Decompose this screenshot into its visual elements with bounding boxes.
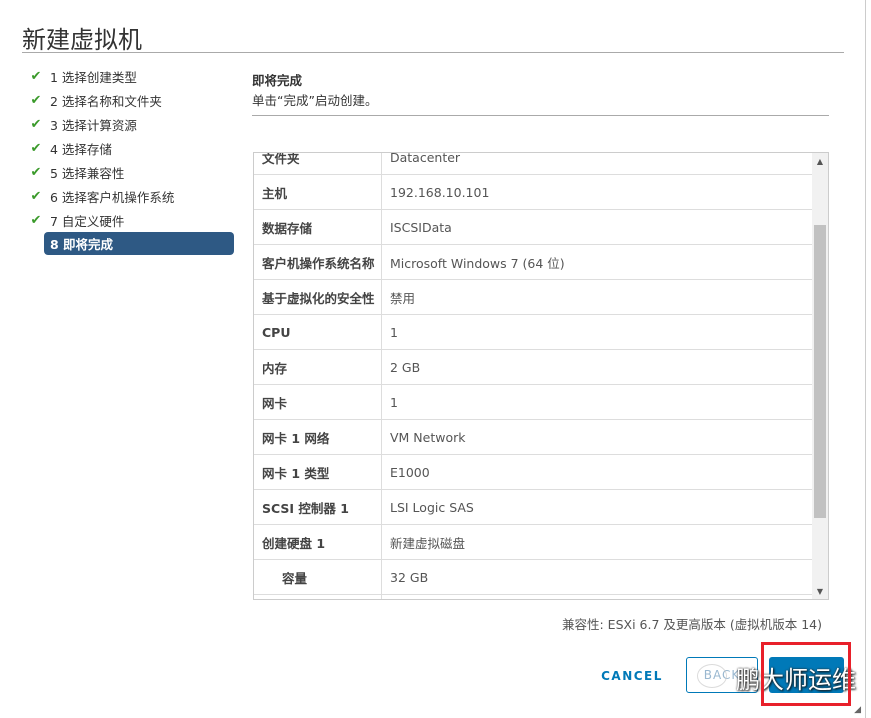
summary-table: 文件夹 Datacenter 主机 192.168.10.101 数据存储 ISCSIDa…	[253, 152, 829, 600]
row-key: 基于虚拟化的安全性	[254, 280, 382, 314]
row-value: 1	[390, 394, 398, 410]
check-icon: ✔	[30, 140, 42, 156]
scrollbar-thumb[interactable]	[814, 225, 826, 518]
table-row: 网卡 1 网络 VM Network	[254, 420, 813, 455]
check-icon: ✔	[30, 92, 42, 108]
scroll-down-arrow-icon[interactable]: ▼	[812, 587, 828, 596]
table-row: 数据存储 ISCSIData	[254, 210, 813, 245]
wizard-step-6[interactable]: ✔ 6 选择客户机操作系统	[28, 184, 234, 208]
table-row: 基于虚拟化的安全性 禁用	[254, 280, 813, 315]
back-button[interactable]: BACK	[686, 657, 758, 693]
check-icon: ✔	[30, 212, 42, 228]
row-key: CPU	[254, 315, 382, 349]
wizard-steps: ✔ 1 选择创建类型 ✔ 2 选择名称和文件夹 ✔ 3 选择计算资源 ✔ 4 选择存储 ✔ 5 选…	[28, 64, 234, 255]
wizard-step-label: 8 即将完成	[50, 237, 114, 252]
finish-button[interactable]	[769, 657, 844, 693]
row-key: 网卡	[254, 385, 382, 419]
wizard-step-4[interactable]: ✔ 4 选择存储	[28, 136, 234, 160]
table-row: CPU 1	[254, 315, 813, 350]
table-row: 网卡 1	[254, 385, 813, 420]
wizard-step-label: 2 选择名称和文件夹	[50, 93, 162, 109]
row-value: 2 GB	[390, 359, 421, 375]
wizard-step-5[interactable]: ✔ 5 选择兼容性	[28, 160, 234, 184]
table-row: 客户机操作系统名称 Microsoft Windows 7 (64 位)	[254, 245, 813, 280]
wizard-step-2[interactable]: ✔ 2 选择名称和文件夹	[28, 88, 234, 112]
check-icon: ✔	[30, 68, 42, 84]
table-row: 网卡 1 类型 E1000	[254, 455, 813, 490]
row-value: 192.168.10.101	[390, 184, 490, 200]
compatibility-text: 兼容性: ESXi 6.7 及更高版本 (虚拟机版本 14)	[562, 617, 822, 632]
row-value: Datacenter	[390, 152, 461, 165]
row-value: 1	[390, 324, 398, 340]
table-row: 容量 32 GB	[254, 560, 813, 595]
row-value: 新建虚拟磁盘	[390, 535, 466, 551]
title-divider	[22, 52, 844, 53]
row-key: 文件夹	[254, 153, 382, 174]
table-row: SCSI 控制器 1 LSI Logic SAS	[254, 490, 813, 525]
cancel-button[interactable]: CANCEL	[590, 660, 674, 692]
table-row: 文件夹 Datacenter	[254, 152, 813, 175]
row-key: 网卡 1 网络	[254, 420, 382, 454]
row-key: 主机	[254, 175, 382, 209]
row-key	[254, 595, 382, 599]
check-icon: ✔	[30, 164, 42, 180]
check-icon: ✔	[30, 116, 42, 132]
scrollbar[interactable]: ▲ ▼	[812, 153, 828, 599]
wizard-step-label: 3 选择计算资源	[50, 117, 137, 133]
row-value: VM Network	[390, 429, 466, 445]
row-key: 容量	[254, 560, 382, 594]
table-row: 内存 2 GB	[254, 350, 813, 385]
wizard-step-label: 6 选择客户机操作系统	[50, 189, 175, 205]
wizard-step-label: 1 选择创建类型	[50, 69, 137, 85]
row-key: 数据存储	[254, 210, 382, 244]
wizard-step-7[interactable]: ✔ 7 自定义硬件	[28, 208, 234, 232]
step-header: 即将完成 单击“完成”启动创建。	[252, 70, 377, 109]
row-key: 内存	[254, 350, 382, 384]
row-value: 禁用	[390, 290, 416, 306]
dialog-title: 新建虚拟机	[22, 26, 142, 54]
wizard-step-label: 5 选择兼容性	[50, 165, 125, 181]
wizard-step-8[interactable]: 8 即将完成	[44, 232, 234, 255]
row-value: ISCSIData	[390, 219, 452, 235]
wizard-step-3[interactable]: ✔ 3 选择计算资源	[28, 112, 234, 136]
table-row: 创建硬盘 1 新建虚拟磁盘	[254, 525, 813, 560]
row-value: E1000	[390, 464, 430, 480]
header-divider	[252, 115, 829, 116]
row-value: Microsoft Windows 7 (64 位)	[390, 255, 565, 271]
row-value: 32 GB	[390, 569, 429, 585]
wizard-step-label: 4 选择存储	[50, 141, 112, 157]
new-vm-wizard-dialog: 新建虚拟机 ✔ 1 选择创建类型 ✔ 2 选择名称和文件夹 ✔ 3 选择计算资源 ✔ 4 选择…	[0, 0, 866, 718]
step-subtitle: 单击“完成”启动创建。	[252, 93, 378, 108]
check-icon: ✔	[30, 188, 42, 204]
resize-grip-icon[interactable]: ◢	[854, 705, 861, 715]
table-row	[254, 595, 813, 599]
row-key: 客户机操作系统名称	[254, 245, 382, 279]
row-key: 创建硬盘 1	[254, 525, 382, 559]
step-title: 即将完成	[252, 73, 303, 88]
wizard-step-1[interactable]: ✔ 1 选择创建类型	[28, 64, 234, 88]
scroll-up-arrow-icon[interactable]: ▲	[812, 157, 828, 166]
row-key: SCSI 控制器 1	[254, 490, 382, 524]
wizard-step-label: 7 自定义硬件	[50, 213, 125, 229]
row-key: 网卡 1 类型	[254, 455, 382, 489]
row-value: LSI Logic SAS	[390, 499, 474, 515]
table-row: 主机 192.168.10.101	[254, 175, 813, 210]
